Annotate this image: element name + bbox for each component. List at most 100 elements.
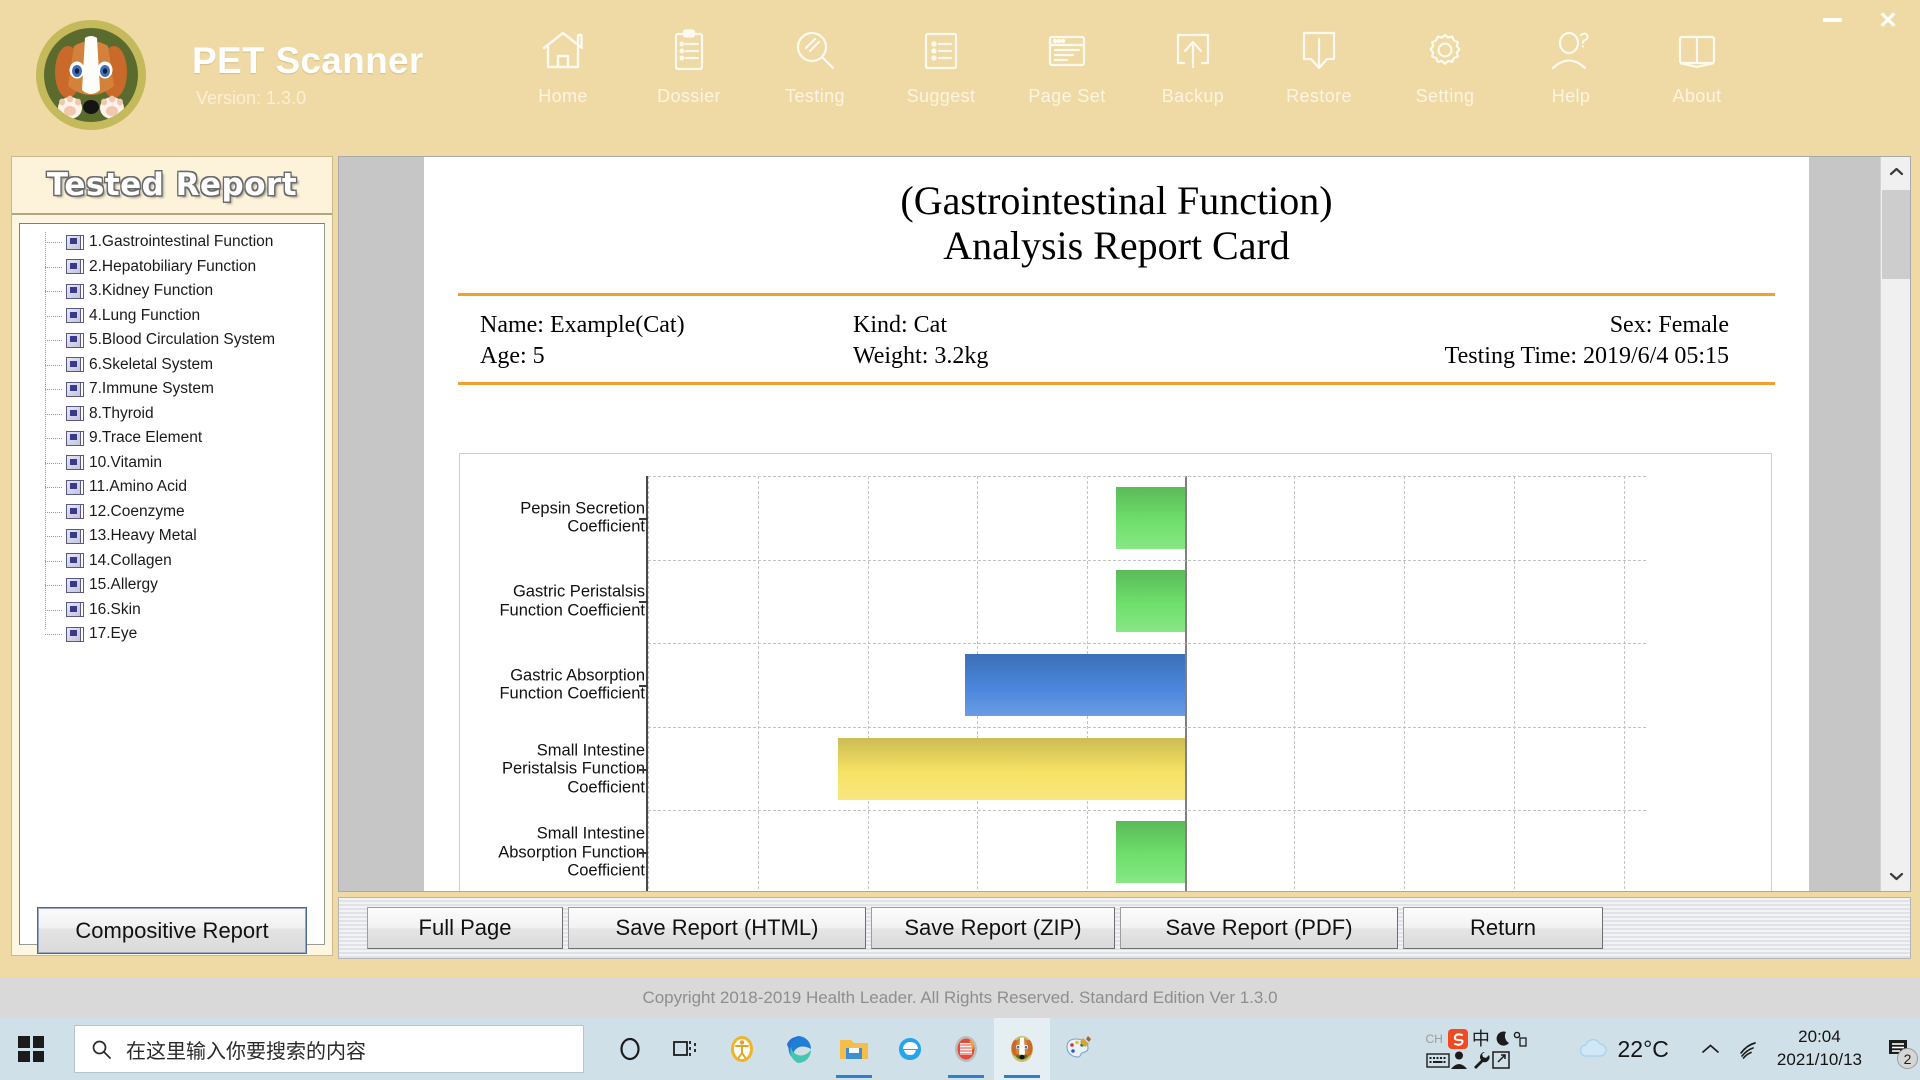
tree-connector xyxy=(45,609,63,611)
notification-icon[interactable]: 2 xyxy=(1876,1018,1920,1080)
compositive-report-button[interactable]: Compositive Report xyxy=(37,907,307,954)
tree-item-7[interactable]: 7.Immune System xyxy=(20,377,324,402)
tree-item-3[interactable]: 3.Kidney Function xyxy=(20,279,324,304)
report-tree[interactable]: 1.Gastrointestinal Function 2.Hepatobilia… xyxy=(19,223,325,945)
nav-item-help[interactable]: Help xyxy=(1508,22,1634,107)
tree-item-4[interactable]: 4.Lung Function xyxy=(20,304,324,329)
red-scanner-app-icon[interactable] xyxy=(938,1018,994,1080)
windows-start-icon[interactable] xyxy=(0,1018,62,1080)
cloud-icon xyxy=(1579,1039,1607,1057)
cortana-circle-icon[interactable] xyxy=(602,1018,658,1080)
chart-axis-tick xyxy=(639,685,648,687)
sogou-ime-icon[interactable] xyxy=(1447,1028,1469,1050)
nav-label: Home xyxy=(538,86,588,106)
report-document-icon xyxy=(66,234,84,250)
chart-category-label: Small Intestine Peristalsis Function Coe… xyxy=(501,740,645,796)
report-document-icon xyxy=(66,504,84,520)
nav-item-dossier[interactable]: Dossier xyxy=(626,22,752,107)
ime-chinese-char[interactable]: 中 xyxy=(1472,1030,1490,1048)
moon-icon[interactable] xyxy=(1493,1030,1511,1048)
tree-item-6[interactable]: 6.Skeletal System xyxy=(20,353,324,378)
nav-item-suggest[interactable]: Suggest xyxy=(878,22,1004,107)
paint-icon[interactable] xyxy=(1050,1018,1106,1080)
chart-gridline-vertical xyxy=(1404,476,1406,891)
ime-tray[interactable]: CH 中 xyxy=(1426,1028,1550,1070)
tree-item-5[interactable]: 5.Blood Circulation System xyxy=(20,328,324,353)
file-explorer-icon[interactable] xyxy=(826,1018,882,1080)
save-report-zip-button[interactable]: Save Report (ZIP) xyxy=(871,907,1115,949)
ie-browser-icon[interactable] xyxy=(882,1018,938,1080)
tree-item-label: 4.Lung Function xyxy=(89,306,201,324)
tree-item-14[interactable]: 14.Collagen xyxy=(20,549,324,574)
tree-item-9[interactable]: 9.Trace Element xyxy=(20,426,324,451)
scroll-down-button[interactable] xyxy=(1881,861,1910,891)
list-icon xyxy=(918,22,964,80)
tree-item-12[interactable]: 12.Coenzyme xyxy=(20,500,324,525)
download-box-icon xyxy=(1296,22,1342,80)
save-report-pdf-button[interactable]: Save Report (PDF) xyxy=(1120,907,1398,949)
tree-item-10[interactable]: 10.Vitamin xyxy=(20,451,324,476)
report-document-icon xyxy=(66,381,84,397)
chevron-up-icon[interactable] xyxy=(1691,1043,1731,1055)
nav-label: Page Set xyxy=(1028,86,1106,106)
tree-item-11[interactable]: 11.Amino Acid xyxy=(20,475,324,500)
gear-icon xyxy=(1422,22,1468,80)
nav-label: About xyxy=(1672,86,1722,106)
running-indicator xyxy=(1004,1075,1040,1078)
panel-header: Tested Report xyxy=(12,157,332,215)
accessibility-icon[interactable] xyxy=(714,1018,770,1080)
wrench-icon[interactable] xyxy=(1472,1051,1492,1069)
nav-item-restore[interactable]: Restore xyxy=(1256,22,1382,107)
full-page-button[interactable]: Full Page xyxy=(367,907,563,949)
nav-item-backup[interactable]: Backup xyxy=(1130,22,1256,107)
tree-item-16[interactable]: 16.Skin xyxy=(20,598,324,623)
share-box-icon[interactable] xyxy=(1491,1051,1510,1069)
chart-inner: Pepsin Secretion Coefficient Gastric Peri… xyxy=(460,476,1773,891)
tree-connector xyxy=(45,315,63,317)
save-report-html-button[interactable]: Save Report (HTML) xyxy=(568,907,866,949)
chart-bar xyxy=(1116,486,1185,549)
open-book-icon xyxy=(1674,22,1720,80)
patient-meta: Name: Example(Cat) Kind: Cat Sex: Female… xyxy=(458,292,1775,385)
search-input[interactable]: 在这里输入你要搜索的内容 xyxy=(74,1025,584,1073)
scrollbar-thumb[interactable] xyxy=(1882,190,1910,279)
edge-browser-icon[interactable] xyxy=(770,1018,826,1080)
nav-item-about[interactable]: About xyxy=(1634,22,1760,107)
tree-item-1[interactable]: 1.Gastrointestinal Function xyxy=(20,230,324,255)
tree-item-13[interactable]: 13.Heavy Metal xyxy=(20,524,324,549)
minimize-button[interactable] xyxy=(1804,2,1860,38)
tree-item-8[interactable]: 8.Thyroid xyxy=(20,402,324,427)
nav-item-page-set[interactable]: Page Set xyxy=(1004,22,1130,107)
nav-item-home[interactable]: Home xyxy=(500,22,626,107)
tree-connector xyxy=(45,462,63,464)
keyboard-icon[interactable] xyxy=(1425,1052,1450,1069)
title-bar: ✕ PET Scanner Version: 1.3.0 Home Dossie… xyxy=(0,0,1920,152)
pet-scanner-app-icon[interactable] xyxy=(994,1018,1050,1080)
meta-kind: Kind: Cat xyxy=(853,311,947,338)
tree-item-15[interactable]: 15.Allergy xyxy=(20,573,324,598)
system-tray: CH 中 22°C 20:04 2021/10/13 2 xyxy=(1426,1018,1920,1080)
report-document-icon xyxy=(66,308,84,324)
degree-icon[interactable] xyxy=(1511,1031,1527,1047)
nav-item-testing[interactable]: Testing xyxy=(752,22,878,107)
wifi-icon[interactable] xyxy=(1731,1039,1767,1059)
scroll-up-button[interactable] xyxy=(1881,157,1910,187)
clock-widget[interactable]: 20:04 2021/10/13 xyxy=(1777,1026,1862,1072)
nav-label: Dossier xyxy=(657,86,721,106)
meta-row: Name: Example(Cat) Kind: Cat Sex: Female xyxy=(458,310,1775,341)
tree-item-2[interactable]: 2.Hepatobiliary Function xyxy=(20,255,324,280)
meta-age: Age: 5 xyxy=(480,342,545,369)
report-document-icon xyxy=(66,332,84,348)
chart-category-label: Small Intestine Absorption Function Coef… xyxy=(498,824,645,880)
tree-item-label: 16.Skin xyxy=(89,600,141,618)
copyright-footer: Copyright 2018-2019 Health Leader. All R… xyxy=(0,978,1920,1018)
report-scrollbar[interactable] xyxy=(1880,157,1910,891)
tree-item-17[interactable]: 17.Eye xyxy=(20,622,324,647)
tree-connector xyxy=(45,266,63,268)
person-icon[interactable] xyxy=(1450,1050,1468,1070)
weather-widget[interactable]: 22°C xyxy=(1576,1036,1669,1063)
nav-item-setting[interactable]: Setting xyxy=(1382,22,1508,107)
return-button[interactable]: Return xyxy=(1403,907,1603,949)
close-button[interactable]: ✕ xyxy=(1860,2,1916,38)
task-view-icon[interactable] xyxy=(658,1018,714,1080)
